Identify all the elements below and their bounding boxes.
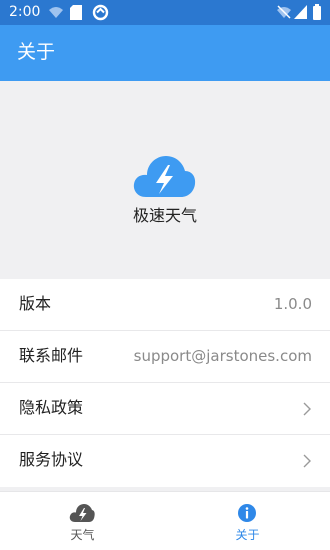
app-logo-icon: [133, 156, 196, 197]
sync-circle-icon: [92, 4, 109, 21]
contact-email-value: support@jarstones.com: [133, 347, 312, 365]
service-agreement-label: 服务协议: [19, 450, 84, 469]
version-value: 1.0.0: [273, 295, 312, 313]
page-title: 关于: [17, 41, 56, 63]
bottom-tab-bar: 天气 关于: [0, 491, 330, 550]
battery-icon: [313, 4, 321, 20]
chevron-right-icon: [303, 454, 311, 468]
sd-card-icon: [70, 5, 82, 20]
about-list: 版本 1.0.0 联系邮件 support@jarstones.com 隐私政策…: [0, 279, 330, 487]
service-agreement-row[interactable]: 服务协议: [0, 435, 330, 487]
app-name: 极速天气: [132, 206, 197, 225]
version-label: 版本: [19, 294, 52, 313]
wifi-question-icon: [49, 7, 63, 18]
info-icon: [238, 504, 256, 522]
contact-email-row[interactable]: 联系邮件 support@jarstones.com: [0, 331, 330, 383]
tab-about-label: 关于: [235, 528, 260, 542]
status-time: 2:00: [9, 4, 41, 20]
cell-signal-icon: [294, 5, 307, 19]
version-row: 版本 1.0.0: [0, 279, 330, 331]
tab-weather-label: 天气: [70, 528, 95, 542]
tab-about[interactable]: 关于: [165, 492, 330, 550]
privacy-policy-label: 隐私政策: [19, 398, 84, 417]
contact-email-label: 联系邮件: [19, 346, 84, 365]
app-bar: 关于: [0, 25, 330, 81]
cloud-bolt-icon: [69, 504, 95, 522]
about-header: 极速天气: [0, 81, 330, 279]
chevron-right-icon: [303, 402, 311, 416]
wifi-off-icon: [277, 5, 291, 19]
status-bar: 2:00: [0, 0, 330, 25]
privacy-policy-row[interactable]: 隐私政策: [0, 383, 330, 435]
tab-weather[interactable]: 天气: [0, 492, 165, 550]
